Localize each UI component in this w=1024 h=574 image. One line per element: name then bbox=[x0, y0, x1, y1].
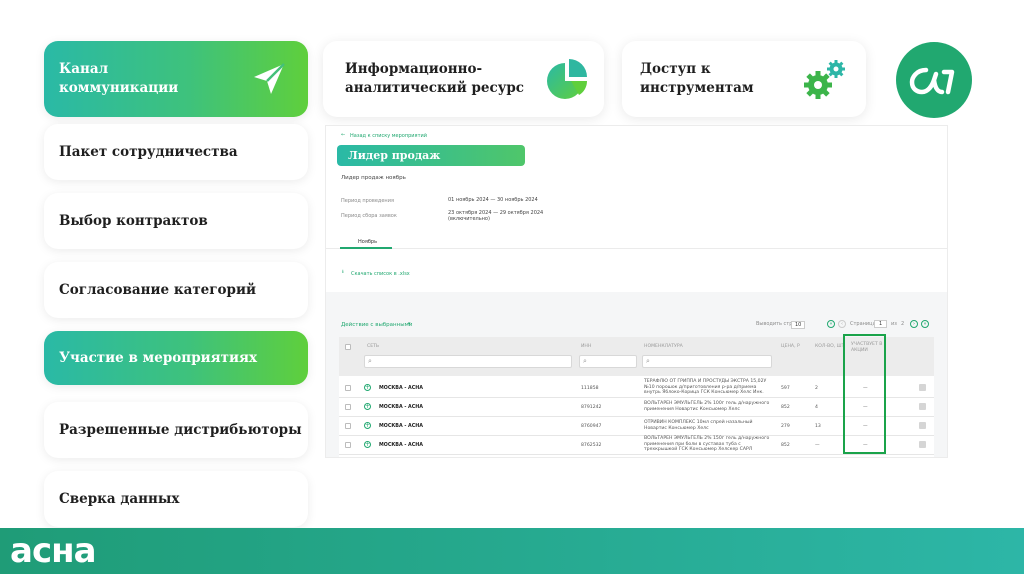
row-product: ВОЛЬТАРЕН ЭМУЛЬГЕЛЬ 2% 150г гель д/наруж… bbox=[644, 436, 770, 453]
row-product: ВОЛЬТАРЕН ЭМУЛЬГЕЛЬ 2% 100г гель д/наруж… bbox=[644, 401, 770, 412]
tools-access-label: Доступ к инструментам bbox=[640, 61, 754, 96]
row-chain: МОСКВА - АСНА bbox=[379, 424, 423, 429]
row-qty: — bbox=[815, 443, 820, 448]
tools-access-card[interactable]: Доступ к инструментам bbox=[622, 41, 866, 117]
footer-logo: асна bbox=[10, 531, 97, 571]
period-value: 01 ноябрь 2024 — 30 ноябрь 2024 bbox=[448, 197, 538, 203]
page-total: 2 bbox=[901, 321, 905, 327]
collection-note: (включительно) bbox=[448, 216, 490, 222]
column-header-product: Номенклатура bbox=[644, 344, 683, 349]
chevron-down-icon[interactable]: ▾ bbox=[408, 321, 411, 327]
menu-item-category-approval[interactable]: Согласование категорий bbox=[44, 262, 308, 318]
row-checkbox[interactable] bbox=[345, 423, 351, 429]
product-search-input[interactable]: ⌕ bbox=[642, 355, 772, 368]
row-action-icon[interactable] bbox=[919, 422, 926, 429]
rows-per-page-select[interactable]: 10 bbox=[791, 321, 806, 329]
row-inn: 8760947 bbox=[581, 424, 602, 429]
expand-icon[interactable]: + bbox=[364, 441, 371, 448]
menu-item-event-participation[interactable]: Участие в мероприятиях bbox=[44, 331, 308, 385]
column-header-qty: Кол-во, шт bbox=[815, 344, 845, 349]
row-price: 279 bbox=[781, 424, 790, 429]
footer-bar: асна bbox=[0, 528, 1024, 574]
analytics-resource-card[interactable]: Информационно- аналитический ресурс bbox=[323, 41, 604, 117]
chain-search-input[interactable]: ⌕ bbox=[364, 355, 572, 368]
menu-item-contract-selection[interactable]: Выбор контрактов bbox=[44, 193, 308, 249]
select-all-checkbox[interactable] bbox=[345, 344, 351, 350]
menu-item-label: Пакет сотрудничества bbox=[59, 143, 238, 160]
page-label: Страница bbox=[850, 321, 876, 327]
row-inn: 8791242 bbox=[581, 405, 602, 410]
row-action-icon[interactable] bbox=[919, 384, 926, 391]
collection-label: Период сбора заявок bbox=[341, 213, 397, 219]
row-product: ТЕРАФЛЮ ОТ ГРИППА И ПРОСТУДЫ ЭКСТРА 15,0… bbox=[644, 379, 767, 396]
menu-item-label: Выбор контрактов bbox=[59, 212, 208, 229]
row-qty: 2 bbox=[815, 386, 818, 391]
row-chain: МОСКВА - АСНА bbox=[379, 386, 423, 391]
column-header-price: Цена, р bbox=[781, 344, 800, 349]
row-inn: 8762532 bbox=[581, 443, 602, 448]
pie-chart-icon bbox=[545, 59, 589, 105]
row-price: 597 bbox=[781, 386, 790, 391]
expand-icon[interactable]: + bbox=[364, 384, 371, 391]
row-action-icon[interactable] bbox=[919, 403, 926, 410]
event-title: Лидер продаж bbox=[337, 145, 525, 166]
menu-item-label: Сверка данных bbox=[59, 490, 180, 507]
next-page-button[interactable]: › bbox=[910, 320, 918, 328]
row-checkbox[interactable] bbox=[345, 442, 351, 448]
search-icon: ⌕ bbox=[646, 357, 650, 365]
menu-item-communication-channel[interactable]: Канал коммуникации bbox=[44, 41, 308, 117]
menu-item-label: Разрешенные дистрибьюторы bbox=[59, 421, 302, 438]
row-qty: 4 bbox=[815, 405, 818, 410]
participates-column-highlight bbox=[843, 334, 886, 454]
gears-icon bbox=[800, 57, 848, 107]
expand-icon[interactable]: + bbox=[364, 403, 371, 410]
analytics-resource-label: Информационно- аналитический ресурс bbox=[345, 61, 525, 96]
column-header-inn: ИНН bbox=[581, 344, 592, 349]
row-action-icon[interactable] bbox=[919, 441, 926, 448]
page-input[interactable]: 1 bbox=[874, 320, 888, 328]
column-header-chain: Сеть bbox=[367, 344, 380, 349]
row-product: ОТРИВИН КОМПЛЕКС 10мл спрей назальный Но… bbox=[644, 420, 753, 431]
tab-active-indicator bbox=[340, 247, 392, 249]
row-chain: МОСКВА - АСНА bbox=[379, 405, 423, 410]
row-price: 852 bbox=[781, 443, 790, 448]
event-subtitle: Лидер продаж ноябрь bbox=[341, 175, 406, 181]
send-icon bbox=[250, 59, 290, 103]
menu-item-cooperation-package[interactable]: Пакет сотрудничества bbox=[44, 124, 308, 180]
search-icon: ⌕ bbox=[368, 357, 372, 365]
row-qty: 13 bbox=[815, 424, 821, 429]
menu-item-label: Участие в мероприятиях bbox=[59, 349, 258, 366]
row-inn: 111858 bbox=[581, 386, 599, 391]
tab-divider bbox=[326, 248, 947, 249]
expand-icon[interactable]: + bbox=[364, 422, 371, 429]
search-icon: ⌕ bbox=[583, 357, 587, 365]
first-page-button[interactable]: « bbox=[827, 320, 835, 328]
period-label: Период проведения bbox=[341, 198, 394, 204]
row-price: 852 bbox=[781, 405, 790, 410]
menu-item-label: Канал коммуникации bbox=[59, 61, 179, 96]
asna-mark-icon bbox=[909, 67, 955, 95]
back-link[interactable]: Назад к списку мероприятий bbox=[350, 133, 427, 139]
download-link[interactable]: Скачать список в .xlsx bbox=[351, 271, 410, 277]
prev-page-button[interactable]: ‹ bbox=[838, 320, 846, 328]
asna-logo bbox=[896, 42, 972, 118]
row-checkbox[interactable] bbox=[345, 385, 351, 391]
menu-item-label: Согласование категорий bbox=[59, 281, 257, 298]
back-arrow-icon[interactable]: ← bbox=[341, 132, 345, 138]
menu-item-data-reconciliation[interactable]: Сверка данных bbox=[44, 471, 308, 527]
actions-dropdown[interactable]: Действие с выбранными bbox=[341, 322, 412, 328]
page-of-label: из bbox=[891, 321, 897, 327]
row-chain: МОСКВА - АСНА bbox=[379, 443, 423, 448]
tab-november[interactable]: Ноябрь bbox=[358, 239, 377, 245]
row-checkbox[interactable] bbox=[345, 404, 351, 410]
download-icon[interactable]: ⭳ bbox=[342, 269, 344, 277]
menu-item-allowed-distributors[interactable]: Разрешенные дистрибьюторы bbox=[44, 402, 308, 458]
last-page-button[interactable]: » bbox=[921, 320, 929, 328]
inn-search-input[interactable]: ⌕ bbox=[579, 355, 637, 368]
